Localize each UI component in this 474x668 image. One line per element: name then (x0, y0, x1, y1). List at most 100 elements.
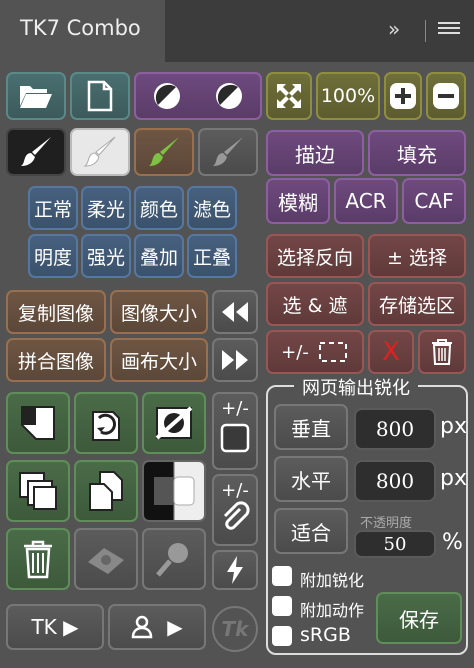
layer-plusminus-button[interactable]: +/- (212, 392, 258, 470)
duplicate-layer-button[interactable] (74, 460, 138, 522)
fit-screen-button[interactable] (266, 72, 312, 120)
tab-divider (425, 20, 426, 42)
hide-layer-button[interactable] (142, 392, 206, 454)
stack-layers-button[interactable] (6, 460, 70, 522)
duplicate-image-button[interactable]: 复制图像 (6, 290, 106, 334)
blend-overlay-button[interactable]: 叠加 (134, 234, 184, 278)
expand-arrows-icon (277, 84, 301, 108)
fit-button[interactable]: 适合 (274, 508, 348, 554)
brush-icon (213, 137, 243, 166)
black-brush-button[interactable] (6, 128, 66, 176)
user-menu-button[interactable]: ▶ (108, 604, 206, 650)
tk-menu-button[interactable]: TK ▶ (6, 604, 104, 650)
select-and-mask-button[interactable]: 选 & 遮 (266, 282, 364, 326)
copy-document-icon (89, 471, 123, 511)
open-file-button[interactable] (6, 72, 66, 120)
blend-color-button[interactable]: 颜色 (134, 186, 184, 230)
toggle-selection-button[interactable]: ± 选择 (368, 234, 466, 278)
fill-button[interactable]: 填充 (368, 130, 466, 176)
blend-screen-button[interactable]: 滤色 (187, 186, 237, 230)
zoom-out-button[interactable] (426, 72, 466, 120)
add-action-label: 附加动作 (300, 601, 365, 620)
invert-selection-button[interactable]: 选择反向 (266, 234, 364, 278)
layer-rotate-icon (92, 411, 120, 441)
vertical-button[interactable]: 垂直 (274, 404, 348, 450)
rewind-icon (222, 302, 248, 322)
new-document-button[interactable] (70, 72, 130, 120)
add-subtract-selection-button[interactable]: +/- (266, 330, 364, 374)
brush-icon (83, 136, 116, 167)
save-button[interactable]: 保存 (376, 592, 462, 644)
sponge-tool-button[interactable] (142, 528, 206, 590)
deselect-button[interactable]: X (368, 330, 414, 374)
image-size-button[interactable]: 图像大小 (110, 290, 208, 334)
blend-luminosity-button[interactable]: 明度 (28, 234, 78, 278)
rewind-button[interactable] (212, 290, 258, 334)
green-brush-button[interactable] (134, 128, 194, 176)
blend-softlight-button[interactable]: 柔光 (81, 186, 131, 230)
acr-button[interactable]: ACR (334, 178, 398, 224)
opacity-unit: % (442, 530, 463, 555)
blend-hardlight-button[interactable]: 强光 (81, 234, 131, 278)
blend-normal-button[interactable]: 正常 (28, 186, 78, 230)
srgb-checkbox[interactable] (272, 626, 292, 646)
vertical-unit: px (440, 414, 467, 439)
layer-hidden-icon (155, 406, 193, 440)
zoom-100-button[interactable]: 100% (316, 72, 380, 120)
trash-icon (24, 540, 52, 579)
add-action-checkbox[interactable] (272, 596, 292, 616)
opacity-input[interactable]: 50 (354, 530, 436, 558)
plusminus-label: +/- (221, 398, 249, 419)
hamburger-icon[interactable] (438, 22, 460, 38)
folder-open-icon (20, 86, 52, 108)
caf-button[interactable]: CAF (402, 178, 466, 224)
white-brush-button[interactable] (70, 128, 130, 176)
marquee-icon (318, 342, 347, 362)
blur-button[interactable]: 模糊 (266, 178, 330, 224)
new-layer-button[interactable] (6, 392, 70, 454)
plusminus-label: +/- (221, 480, 249, 501)
layers-stack-icon (19, 472, 57, 510)
plus-icon (390, 83, 416, 109)
flatten-image-button[interactable]: 拼合图像 (6, 338, 106, 382)
rotate-layer-button[interactable] (74, 392, 138, 454)
canvas-size-button[interactable]: 画布大小 (110, 338, 208, 382)
clip-plusminus-button[interactable]: +/- (212, 474, 258, 546)
paperclip-icon (223, 501, 250, 530)
save-selection-button[interactable]: 存储选区 (368, 282, 466, 326)
document-icon (87, 80, 113, 112)
lightning-button[interactable] (212, 550, 258, 590)
user-menu-arrow: ▶ (167, 615, 183, 639)
vertical-size-input[interactable]: 800 (354, 408, 436, 450)
web-export-title: 网页输出锐化 (294, 374, 418, 400)
dodge-icon[interactable] (152, 81, 182, 111)
layer-corner-icon (21, 406, 55, 440)
horizontal-button[interactable]: 水平 (274, 456, 348, 502)
srgb-label: sRGB (300, 624, 351, 646)
fast-forward-button[interactable] (212, 338, 258, 382)
zoom-in-button[interactable] (384, 72, 422, 120)
layer-mask-button[interactable] (142, 460, 206, 522)
panel-title: TK7 Combo (20, 16, 141, 40)
minus-icon (433, 83, 459, 109)
horizontal-size-input[interactable]: 800 (354, 460, 436, 502)
burn-icon[interactable] (214, 81, 244, 111)
horizontal-unit: px (440, 466, 467, 491)
square-icon (220, 423, 250, 453)
bandage-icon (88, 548, 124, 574)
stroke-button[interactable]: 描边 (266, 130, 364, 176)
brush-icon (149, 137, 179, 166)
blend-multiply-button[interactable]: 正叠 (187, 234, 237, 278)
heal-tool-button[interactable] (74, 528, 138, 590)
dodge-burn-button-group[interactable] (134, 72, 262, 120)
add-sharpen-checkbox[interactable] (272, 566, 292, 586)
delete-selection-button[interactable] (418, 330, 466, 374)
grey-brush-button[interactable] (198, 128, 258, 176)
opacity-label: 不透明度 (360, 516, 413, 531)
plusminus-label: +/- (281, 341, 309, 363)
delete-layer-button[interactable] (6, 528, 70, 590)
expand-icon[interactable]: » (388, 17, 400, 41)
add-sharpen-label: 附加锐化 (300, 571, 365, 590)
trash-icon (432, 339, 452, 365)
fast-forward-icon (222, 350, 248, 370)
